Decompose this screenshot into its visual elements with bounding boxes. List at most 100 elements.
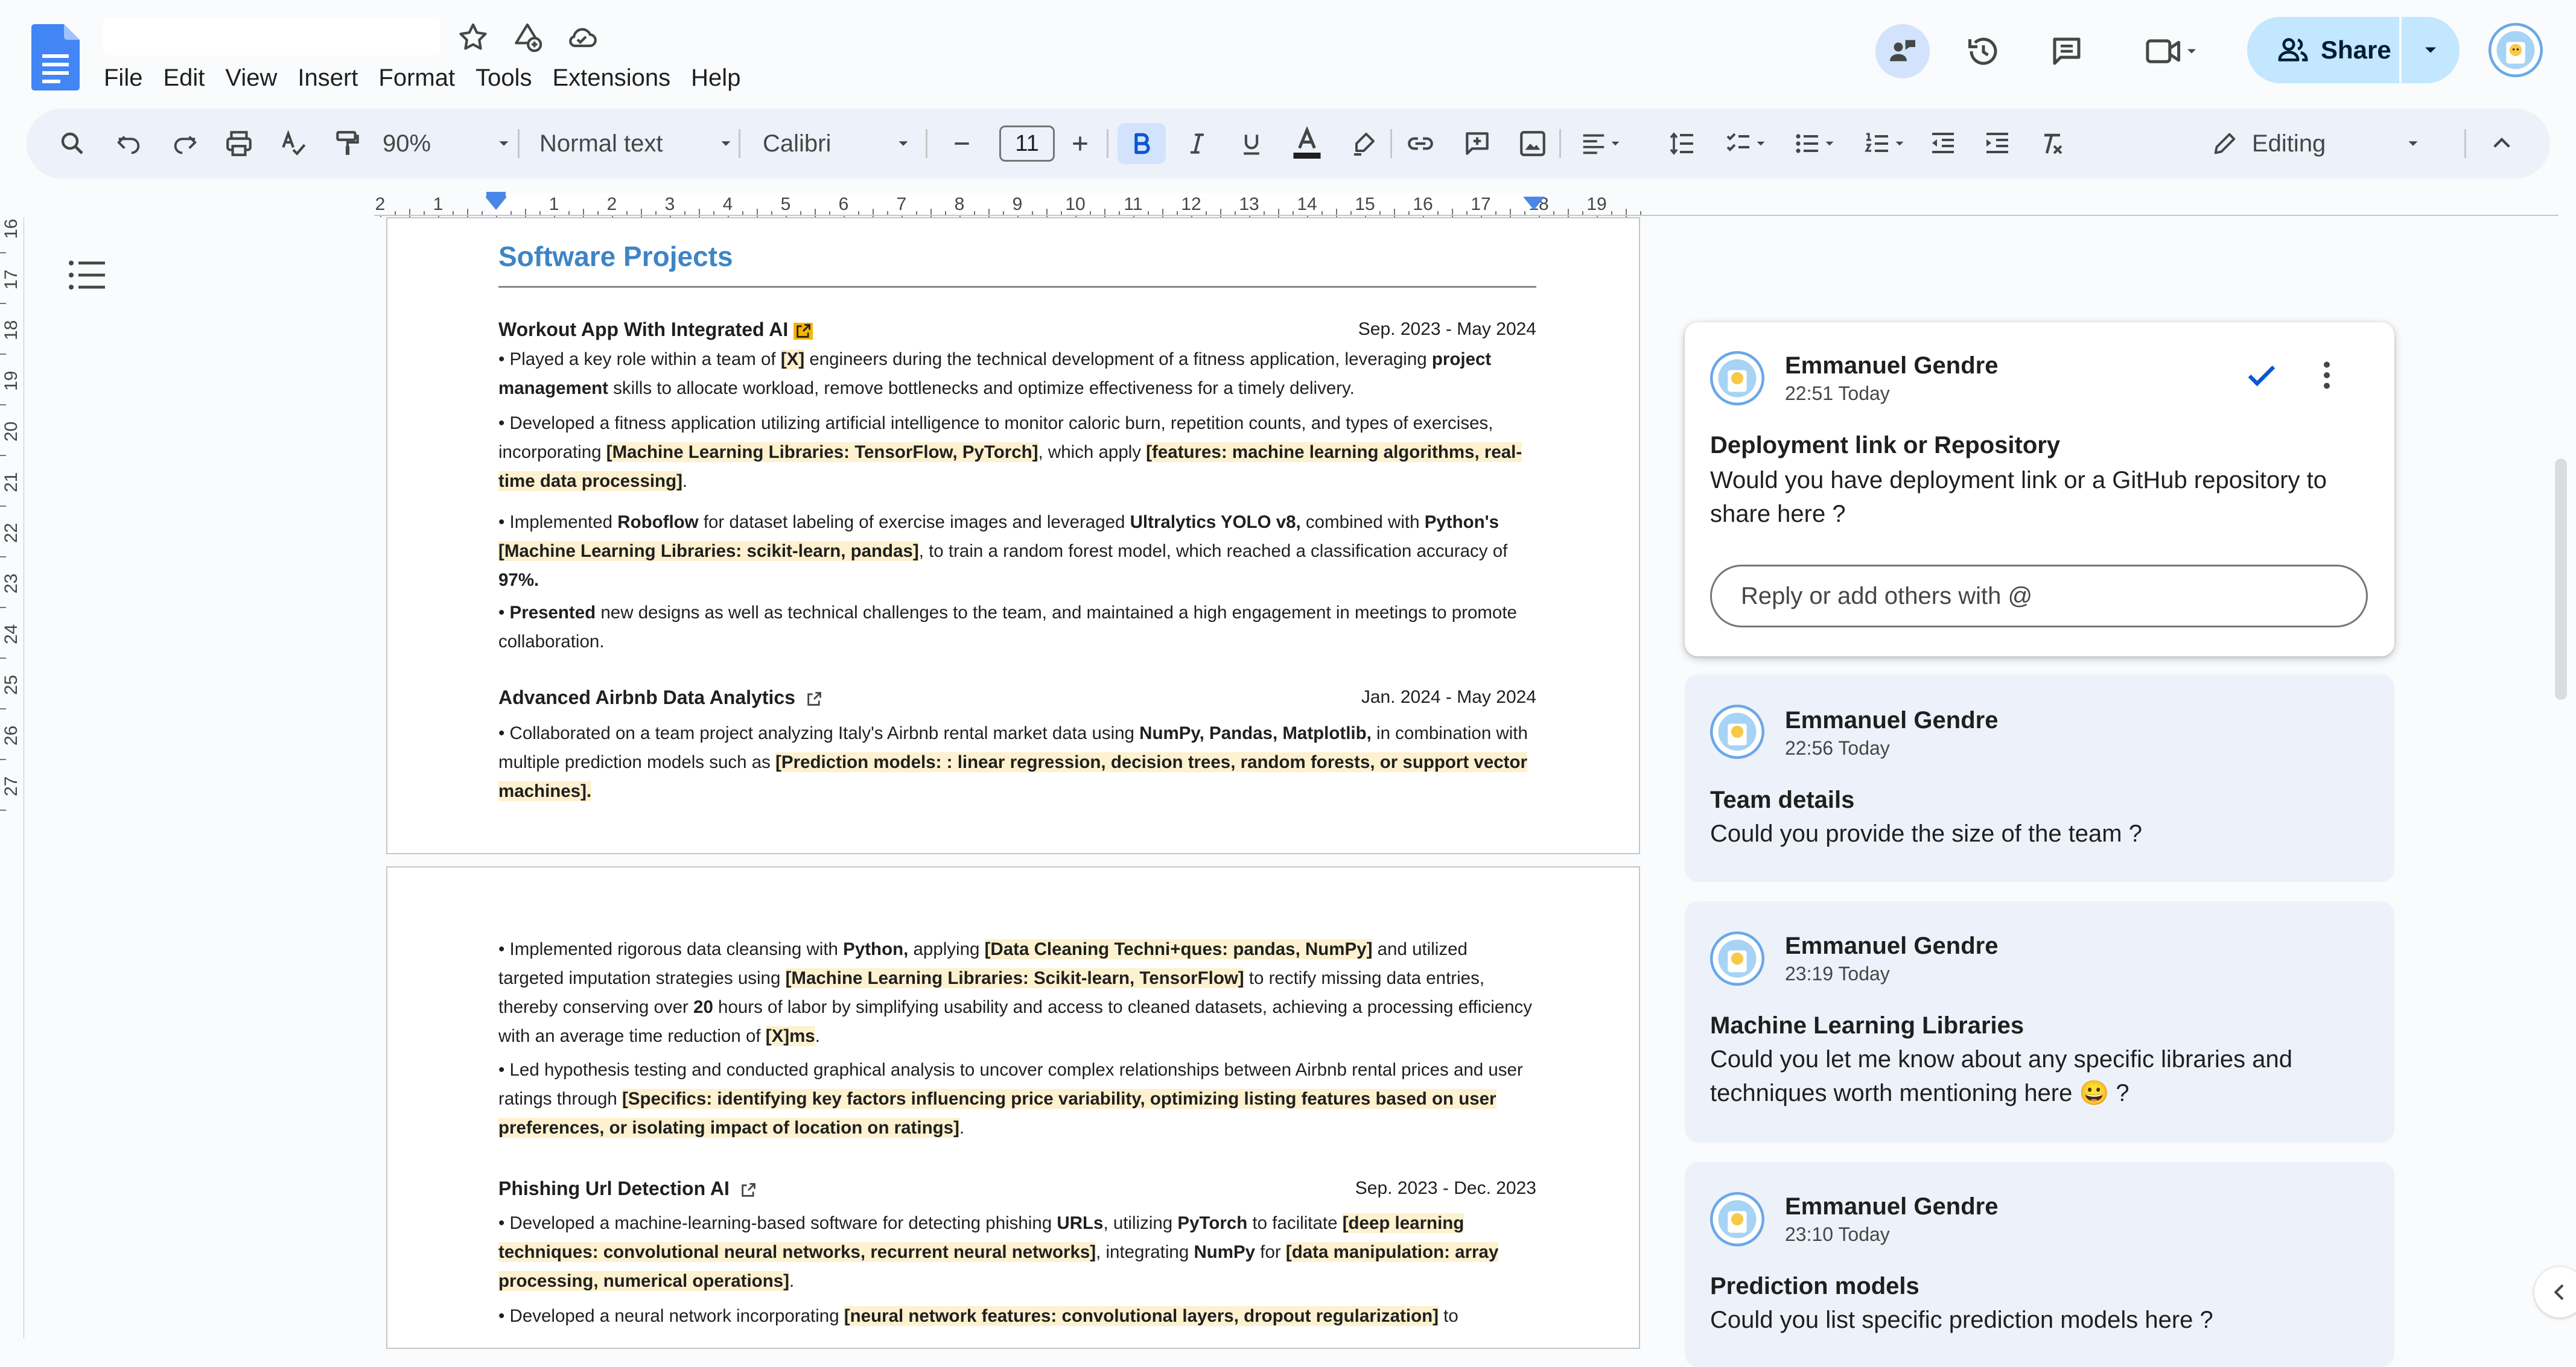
align-select[interactable] bbox=[1571, 125, 1632, 162]
comment-author: Emmanuel Gendre bbox=[1785, 352, 1999, 379]
redo-icon[interactable] bbox=[167, 125, 203, 162]
comment-time: 23:19 Today bbox=[1785, 963, 1890, 985]
numbered-list-select[interactable] bbox=[1855, 125, 1915, 162]
bullet-paragraph: • Implemented Roboflow for dataset label… bbox=[498, 512, 1508, 590]
share-main-button[interactable]: Share bbox=[2247, 17, 2399, 83]
ruler-label: 15 bbox=[1355, 194, 1375, 214]
ruler-label: 11 bbox=[1124, 194, 1142, 214]
increase-indent-icon[interactable] bbox=[1979, 125, 2015, 162]
decrease-font-size-icon[interactable] bbox=[944, 125, 980, 162]
search-menus-icon[interactable] bbox=[54, 125, 91, 162]
insert-image-icon[interactable] bbox=[1515, 125, 1551, 162]
ruler-label: 2 bbox=[375, 194, 386, 214]
underline-icon[interactable] bbox=[1233, 125, 1270, 162]
insert-link-icon[interactable] bbox=[1402, 125, 1439, 162]
comment-body: Would you have deployment link or a GitH… bbox=[1710, 467, 2327, 527]
paint-format-icon[interactable] bbox=[329, 125, 366, 162]
comments-icon[interactable] bbox=[2040, 24, 2094, 78]
section-title: Software Projects bbox=[498, 241, 733, 272]
checklist-select[interactable] bbox=[1716, 125, 1776, 162]
line-spacing-icon[interactable] bbox=[1664, 125, 1700, 162]
font-size-input[interactable]: 11 bbox=[999, 125, 1055, 162]
document-page-2[interactable]: • Implemented rigorous data cleansing wi… bbox=[386, 866, 1640, 1349]
highlighted-placeholder[interactable]: [X] bbox=[765, 1026, 790, 1046]
menu-bar: File Edit View Insert Format Tools Exten… bbox=[104, 63, 761, 93]
style-chevron-down-icon bbox=[721, 141, 731, 146]
version-history-icon[interactable] bbox=[1956, 24, 2011, 78]
more-options-icon[interactable] bbox=[2309, 357, 2345, 393]
menu-insert[interactable]: Insert bbox=[297, 63, 372, 93]
move-to-folder-icon[interactable] bbox=[510, 21, 544, 54]
align-chevron-down-icon bbox=[1611, 141, 1620, 146]
highlighted-placeholder[interactable]: [Machine Learning Libraries: scikit-lear… bbox=[498, 541, 919, 561]
clear-formatting-icon[interactable] bbox=[2034, 125, 2070, 162]
comment-card[interactable]: Emmanuel Gendre 22:56 Today Team details… bbox=[1685, 674, 2394, 882]
document-outline-icon[interactable] bbox=[68, 258, 106, 292]
undo-icon[interactable] bbox=[111, 125, 147, 162]
comment-card[interactable]: Emmanuel Gendre 23:10 Today Prediction m… bbox=[1685, 1162, 2394, 1367]
text-color-icon[interactable] bbox=[1285, 125, 1329, 162]
highlighted-placeholder[interactable]: [X] bbox=[780, 349, 805, 369]
highlight-color-icon[interactable] bbox=[1346, 125, 1382, 162]
highlighted-placeholder[interactable]: [Machine Learning Libraries: TensorFlow,… bbox=[606, 442, 1038, 462]
share-dropdown-button[interactable] bbox=[2402, 17, 2460, 83]
comment-author: Emmanuel Gendre bbox=[1785, 1193, 1999, 1220]
toolbar-divider bbox=[1107, 129, 1108, 158]
menu-edit[interactable]: Edit bbox=[163, 63, 219, 93]
horizontal-ruler[interactable]: 2 1 1 2 3 4 5 6 7 8 9 10 11 12 13 14 15 16 17 18 19 bbox=[374, 191, 1641, 217]
spellcheck-icon[interactable] bbox=[275, 125, 311, 162]
document-page-1[interactable]: Software Projects Workout App With Integ… bbox=[386, 217, 1640, 854]
menu-help[interactable]: Help bbox=[691, 63, 755, 93]
comment-time: 23:10 Today bbox=[1785, 1223, 1890, 1245]
zoom-select[interactable]: 90% bbox=[383, 125, 509, 162]
bold-icon[interactable] bbox=[1124, 125, 1160, 162]
toolbar-divider bbox=[1390, 129, 1392, 158]
external-link-icon[interactable] bbox=[793, 322, 813, 340]
bulleted-list-select[interactable] bbox=[1785, 125, 1845, 162]
menu-extensions[interactable]: Extensions bbox=[553, 63, 685, 93]
star-icon[interactable] bbox=[456, 21, 490, 54]
vertical-scrollbar[interactable] bbox=[2555, 458, 2567, 700]
highlighted-placeholder[interactable]: [Machine Learning Libraries: Scikit-lear… bbox=[785, 968, 1244, 988]
vertical-ruler[interactable]: 16 17 18 19 20 21 22 23 24 25 26 27 bbox=[0, 217, 24, 1339]
menu-format[interactable]: Format bbox=[378, 63, 469, 93]
meet-call-button[interactable] bbox=[2136, 24, 2209, 78]
external-link-icon[interactable] bbox=[740, 1182, 757, 1199]
gemini-chat-button[interactable] bbox=[1875, 24, 1930, 78]
highlighted-placeholder[interactable]: [neural network features: convolutional … bbox=[844, 1306, 1439, 1326]
menu-tools[interactable]: Tools bbox=[475, 63, 546, 93]
font-family-select[interactable]: Calibri bbox=[763, 125, 926, 162]
external-link-icon[interactable] bbox=[806, 691, 822, 708]
comment-time: 22:56 Today bbox=[1785, 737, 1890, 759]
commenter-avatar bbox=[1710, 1192, 1764, 1246]
add-comment-icon[interactable] bbox=[1459, 125, 1495, 162]
increase-font-size-icon[interactable] bbox=[1062, 125, 1098, 162]
editing-mode-select[interactable]: Editing bbox=[2211, 125, 2452, 162]
comment-card-active[interactable]: Emmanuel Gendre 22:51 Today Deployment l… bbox=[1685, 322, 2394, 656]
comment-card[interactable]: Emmanuel Gendre 23:19 Today Machine Lear… bbox=[1685, 901, 2394, 1143]
italic-icon[interactable] bbox=[1179, 125, 1215, 162]
decrease-indent-icon[interactable] bbox=[1925, 125, 1961, 162]
pencil-icon bbox=[2214, 133, 2236, 154]
share-button[interactable]: Share bbox=[2247, 17, 2460, 83]
side-panel-toggle-button[interactable] bbox=[2534, 1267, 2576, 1318]
print-icon[interactable] bbox=[221, 125, 257, 162]
account-avatar[interactable] bbox=[2489, 23, 2543, 77]
highlighted-placeholder[interactable]: [Data Cleaning Techni+ques: pandas, NumP… bbox=[984, 939, 1373, 959]
comment-title: Team details bbox=[1710, 787, 1855, 813]
document-title-input[interactable] bbox=[103, 18, 440, 56]
vertical-ruler-tick bbox=[0, 506, 6, 507]
menu-file[interactable]: File bbox=[104, 63, 157, 93]
menu-view[interactable]: View bbox=[225, 63, 291, 93]
ruler-label: 16 bbox=[1413, 194, 1433, 214]
highlighted-placeholder[interactable]: [Specifics: identifying key factors infl… bbox=[498, 1089, 1496, 1138]
resolve-check-icon[interactable] bbox=[2244, 357, 2280, 393]
paragraph-style-select[interactable]: Normal text bbox=[539, 125, 739, 162]
vertical-ruler-label: 18 bbox=[1, 320, 21, 340]
hide-menus-chevron-up-icon[interactable] bbox=[2484, 125, 2520, 162]
vertical-ruler-label: 20 bbox=[1, 422, 21, 442]
docs-logo-icon[interactable] bbox=[31, 24, 80, 90]
bullet-paragraph: • Led hypothesis testing and conducted g… bbox=[498, 1060, 1523, 1138]
reply-input[interactable]: Reply or add others with @ bbox=[1710, 565, 2368, 627]
bullet-paragraph: • Collaborated on a team project analyzi… bbox=[498, 723, 1528, 801]
